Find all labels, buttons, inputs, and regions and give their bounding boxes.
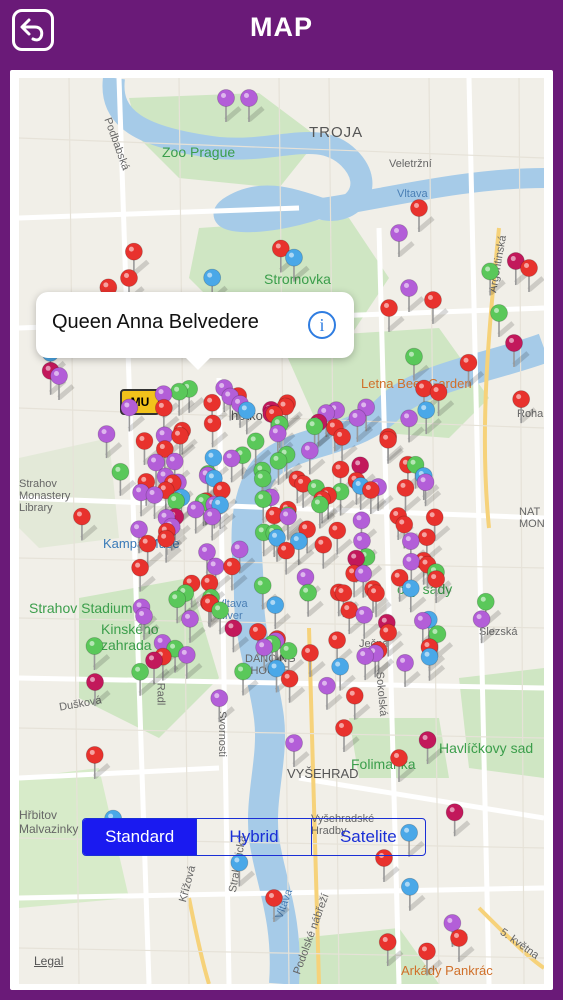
top-bar: MAP	[0, 0, 563, 60]
place-callout[interactable]: Queen Anna Belvedere i	[36, 292, 354, 370]
map-pin[interactable]	[335, 719, 360, 753]
map-pin[interactable]	[418, 942, 443, 976]
map-pin[interactable]	[97, 425, 123, 459]
map-pin[interactable]	[459, 353, 485, 387]
map-pin[interactable]	[120, 398, 145, 432]
map-pin[interactable]	[217, 89, 242, 123]
map-pin[interactable]	[230, 853, 255, 887]
map-type-satelite[interactable]: Satelite	[312, 819, 425, 855]
page-title: MAP	[250, 12, 313, 42]
info-icon[interactable]: i	[308, 311, 336, 339]
map-type-segmented-control[interactable]: Standard Hybrid Satelite	[82, 818, 426, 856]
map-pin[interactable]	[314, 535, 339, 569]
map-pin[interactable]	[265, 889, 290, 923]
map-pin[interactable]	[512, 390, 537, 424]
map-pin[interactable]	[266, 596, 291, 630]
map-pin[interactable]	[86, 673, 111, 707]
map-pin[interactable]	[73, 507, 98, 541]
map-pin[interactable]	[181, 609, 206, 643]
map-type-hybrid[interactable]: Hybrid	[197, 819, 312, 855]
map-pin[interactable]	[490, 304, 515, 338]
map-pin[interactable]	[240, 89, 265, 123]
map-pin[interactable]	[223, 557, 248, 591]
map-pin[interactable]	[234, 662, 259, 696]
map-type-standard[interactable]: Standard	[83, 819, 198, 855]
map-pin[interactable]	[328, 521, 353, 555]
map-pin[interactable]	[405, 347, 430, 381]
map-pin[interactable]	[481, 262, 506, 296]
map-pin[interactable]	[378, 933, 404, 967]
map-pin[interactable]	[400, 877, 426, 911]
map-pin[interactable]	[318, 676, 343, 710]
map-pin[interactable]	[410, 199, 435, 233]
callout-title: Queen Anna Belvedere	[52, 311, 259, 333]
map-pin[interactable]	[85, 746, 111, 779]
map-pin[interactable]	[345, 686, 371, 720]
map-pin[interactable]	[445, 803, 471, 837]
map-pin[interactable]	[390, 749, 415, 783]
map-pin[interactable]	[505, 334, 530, 368]
map-pin[interactable]	[380, 299, 405, 333]
map-pin[interactable]	[246, 432, 272, 466]
map-pin[interactable]	[396, 654, 421, 687]
map-pin[interactable]	[203, 414, 229, 448]
map-pin[interactable]	[301, 644, 326, 677]
map-pin[interactable]	[285, 734, 310, 768]
map-pin[interactable]	[424, 291, 449, 324]
map-pin[interactable]	[85, 637, 111, 671]
map-pin[interactable]	[400, 279, 425, 313]
map-pin[interactable]	[111, 462, 137, 496]
map-pin[interactable]	[418, 731, 444, 765]
map-pin[interactable]	[135, 607, 160, 640]
map-pin[interactable]	[210, 689, 235, 723]
map-pin[interactable]	[390, 224, 415, 258]
map-pin[interactable]	[300, 441, 326, 475]
legal-link[interactable]: Legal	[34, 954, 63, 968]
map-pin[interactable]	[50, 367, 75, 401]
map-pin[interactable]	[224, 619, 250, 653]
